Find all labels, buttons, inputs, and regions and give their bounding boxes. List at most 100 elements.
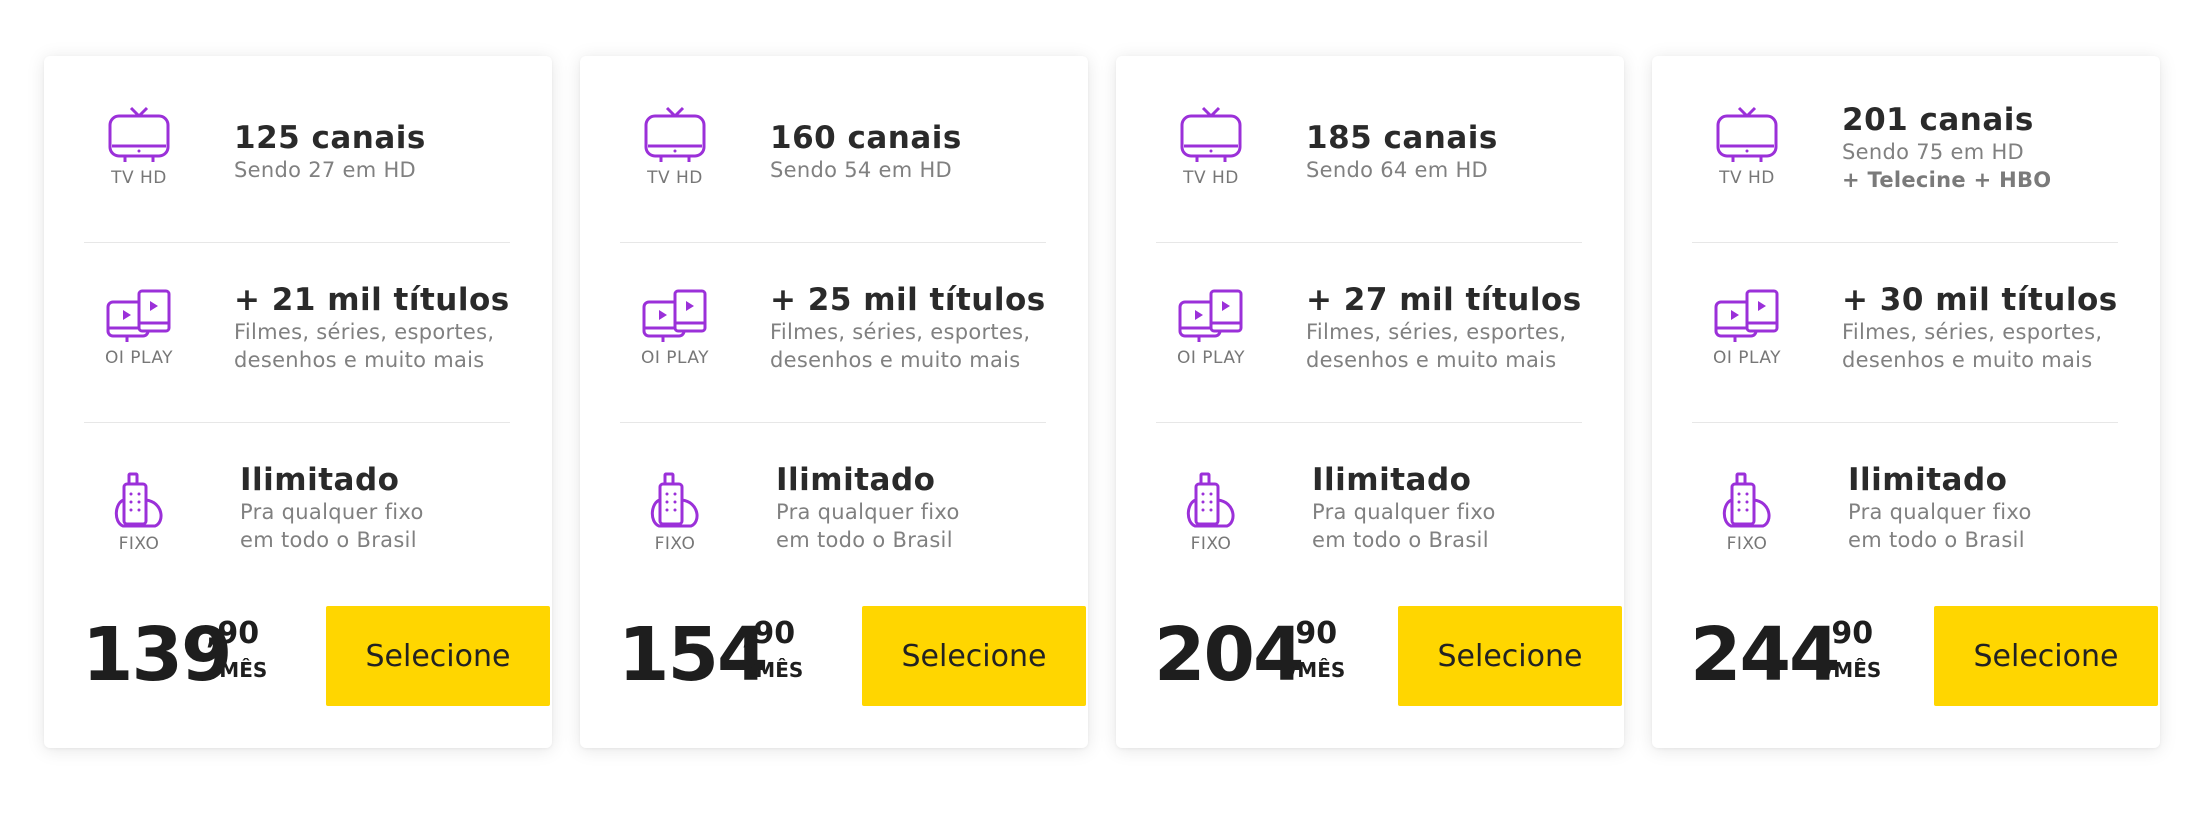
tv-label: TV HD bbox=[647, 168, 703, 188]
oi-play-icon-box: OI PLAY bbox=[1156, 288, 1266, 368]
fixo-feature: FIXO Ilimitado Pra qualquer fixo em todo… bbox=[620, 422, 1046, 602]
fixo-label: FIXO bbox=[1726, 534, 1768, 554]
oi-play-label: OI PLAY bbox=[640, 348, 710, 368]
titles-desc-2: desenhos e muito mais bbox=[234, 348, 485, 372]
select-button[interactable]: Selecione bbox=[1934, 606, 2158, 706]
tv-icon bbox=[644, 106, 706, 162]
phone-icon bbox=[114, 472, 163, 528]
fixo-feature: FIXO Ilimitado Pra qualquer fixo em todo… bbox=[84, 422, 510, 602]
price-cents: ,90 bbox=[1820, 616, 1874, 651]
tv-text: 185 canais Sendo 64 em HD bbox=[1306, 120, 1596, 184]
tv-feature: TV HD 201 canais Sendo 75 em HD + Teleci… bbox=[1692, 56, 2118, 243]
titles-desc-1: Filmes, séries, esportes, bbox=[770, 320, 1031, 344]
tv-feature: TV HD 125 canais Sendo 27 em HD bbox=[84, 56, 510, 243]
tv-feature: TV HD 160 canais Sendo 54 em HD bbox=[620, 56, 1046, 243]
plan-card: TV HD 185 canais Sendo 64 em HD OI PLAY bbox=[1116, 56, 1624, 748]
oi-play-icon bbox=[106, 289, 171, 342]
oi-play-label: OI PLAY bbox=[1712, 348, 1782, 368]
price-integer: 204 bbox=[1154, 612, 1304, 698]
tv-label: TV HD bbox=[1183, 168, 1239, 188]
phone-icon bbox=[1722, 472, 1771, 528]
titles-count: + 25 mil títulos bbox=[770, 282, 1046, 318]
price-row: 139 ,90 /MÊS Selecione bbox=[82, 606, 550, 706]
oi-play-icon-box: OI PLAY bbox=[620, 288, 730, 368]
tv-label: TV HD bbox=[1719, 168, 1775, 188]
fixo-label: FIXO bbox=[654, 534, 696, 554]
titles-desc-1: Filmes, séries, esportes, bbox=[1842, 320, 2103, 344]
titles-desc-1: Filmes, séries, esportes, bbox=[1306, 320, 1567, 344]
oi-play-text: + 21 mil títulos Filmes, séries, esporte… bbox=[234, 282, 524, 374]
channels-title: 201 canais bbox=[1842, 102, 2034, 138]
oi-play-text: + 30 mil títulos Filmes, séries, esporte… bbox=[1842, 282, 2132, 374]
tv-label: TV HD bbox=[111, 168, 167, 188]
oi-play-icon bbox=[1178, 289, 1243, 342]
oi-play-icon bbox=[642, 289, 707, 342]
titles-count: + 21 mil títulos bbox=[234, 282, 510, 318]
titles-count: + 30 mil títulos bbox=[1842, 282, 2118, 318]
oi-play-icon bbox=[1714, 289, 1779, 342]
plans-container: TV HD 125 canais Sendo 27 em HD OI PLAY bbox=[0, 0, 2210, 818]
oi-play-feature: OI PLAY + 25 mil títulos Filmes, séries,… bbox=[620, 242, 1046, 423]
fixo-feature: FIXO Ilimitado Pra qualquer fixo em todo… bbox=[1156, 422, 1582, 602]
fixo-feature: FIXO Ilimitado Pra qualquer fixo em todo… bbox=[1692, 422, 2118, 602]
titles-desc-2: desenhos e muito mais bbox=[1306, 348, 1557, 372]
oi-play-icon-box: OI PLAY bbox=[84, 288, 194, 368]
select-button[interactable]: Selecione bbox=[326, 606, 550, 706]
fixo-desc-1: Pra qualquer fixo bbox=[240, 500, 424, 524]
fixo-title: Ilimitado bbox=[1312, 462, 1472, 498]
fixo-title: Ilimitado bbox=[1848, 462, 2008, 498]
channels-title: 185 canais bbox=[1306, 120, 1498, 156]
fixo-text: Ilimitado Pra qualquer fixo em todo o Br… bbox=[240, 462, 530, 554]
tv-feature-icon-box: TV HD bbox=[84, 106, 194, 188]
price-cents: ,90 bbox=[1284, 616, 1338, 651]
fixo-desc-1: Pra qualquer fixo bbox=[776, 500, 960, 524]
fixo-desc-2: em todo o Brasil bbox=[776, 528, 953, 552]
oi-play-label: OI PLAY bbox=[104, 348, 174, 368]
tv-feature-icon-box: TV HD bbox=[1692, 106, 1802, 188]
fixo-desc-2: em todo o Brasil bbox=[240, 528, 417, 552]
plan-card: TV HD 201 canais Sendo 75 em HD + Teleci… bbox=[1652, 56, 2160, 748]
channels-hd-text: Sendo 54 em HD bbox=[770, 158, 953, 182]
fixo-desc-1: Pra qualquer fixo bbox=[1848, 500, 2032, 524]
tv-feature-icon-box: TV HD bbox=[1156, 106, 1266, 188]
oi-play-feature: OI PLAY + 30 mil títulos Filmes, séries,… bbox=[1692, 242, 2118, 423]
price-period: /MÊS bbox=[1826, 658, 1882, 682]
channels-hd-text: Sendo 75 em HD bbox=[1842, 140, 2025, 164]
fixo-title: Ilimitado bbox=[240, 462, 400, 498]
price-integer: 244 bbox=[1690, 612, 1840, 698]
plan-card: TV HD 125 canais Sendo 27 em HD OI PLAY bbox=[44, 56, 552, 748]
price-row: 154 ,90 /MÊS Selecione bbox=[618, 606, 1086, 706]
fixo-icon-box: FIXO bbox=[620, 472, 730, 554]
price-period: /MÊS bbox=[1290, 658, 1346, 682]
fixo-icon-box: FIXO bbox=[1156, 472, 1266, 554]
fixo-icon-box: FIXO bbox=[1692, 472, 1802, 554]
fixo-icon-box: FIXO bbox=[84, 472, 194, 554]
price-row: 244 ,90 /MÊS Selecione bbox=[1690, 606, 2158, 706]
tv-text: 160 canais Sendo 54 em HD bbox=[770, 120, 1060, 184]
price-row: 204 ,90 /MÊS Selecione bbox=[1154, 606, 1622, 706]
price-period: /MÊS bbox=[212, 658, 268, 682]
price-cents: ,90 bbox=[206, 616, 260, 651]
tv-icon bbox=[1180, 106, 1242, 162]
oi-play-feature: OI PLAY + 27 mil títulos Filmes, séries,… bbox=[1156, 242, 1582, 423]
fixo-title: Ilimitado bbox=[776, 462, 936, 498]
fixo-desc-2: em todo o Brasil bbox=[1848, 528, 2025, 552]
channels-extras: + Telecine + HBO bbox=[1842, 168, 2052, 192]
titles-desc-2: desenhos e muito mais bbox=[1842, 348, 2093, 372]
select-button[interactable]: Selecione bbox=[1398, 606, 1622, 706]
channels-hd-text: Sendo 64 em HD bbox=[1306, 158, 1489, 182]
plan-card: TV HD 160 canais Sendo 54 em HD OI PLAY bbox=[580, 56, 1088, 748]
oi-play-feature: OI PLAY + 21 mil títulos Filmes, séries,… bbox=[84, 242, 510, 423]
tv-feature-icon-box: TV HD bbox=[620, 106, 730, 188]
select-button[interactable]: Selecione bbox=[862, 606, 1086, 706]
phone-icon bbox=[1186, 472, 1235, 528]
oi-play-label: OI PLAY bbox=[1176, 348, 1246, 368]
channels-title: 125 canais bbox=[234, 120, 426, 156]
phone-icon bbox=[650, 472, 699, 528]
channels-hd-text: Sendo 27 em HD bbox=[234, 158, 417, 182]
tv-text: 201 canais Sendo 75 em HD + Telecine + H… bbox=[1842, 102, 2132, 194]
price-cents: ,90 bbox=[742, 616, 796, 651]
oi-play-text: + 25 mil títulos Filmes, séries, esporte… bbox=[770, 282, 1060, 374]
titles-count: + 27 mil títulos bbox=[1306, 282, 1582, 318]
tv-text: 125 canais Sendo 27 em HD bbox=[234, 120, 524, 184]
